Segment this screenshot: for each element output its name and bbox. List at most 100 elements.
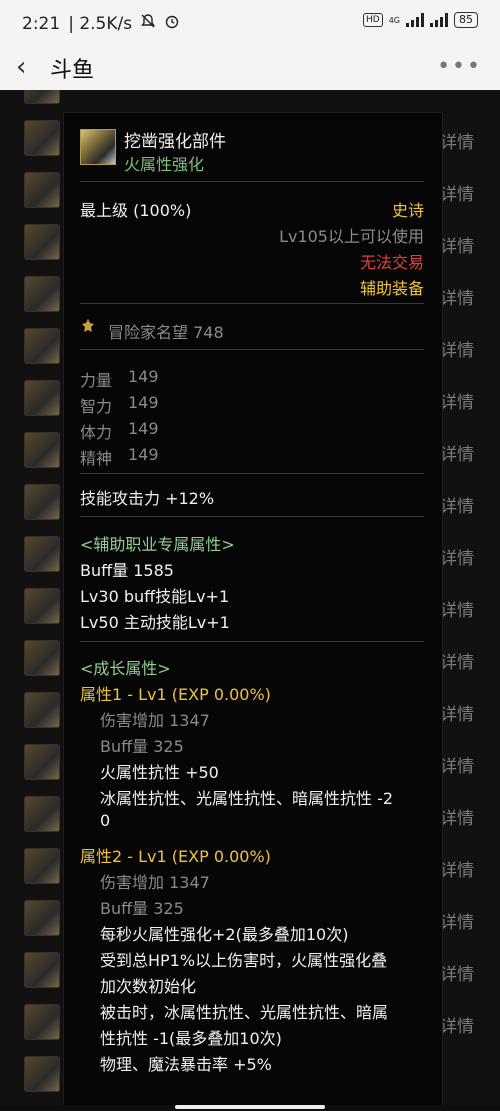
stat-value: 149 — [128, 393, 159, 412]
attr2-line: 被击时，冰属性抗性、光属性抗性、暗属 — [100, 1003, 389, 1022]
detail-link[interactable]: 详情 — [440, 180, 474, 205]
item-icon — [80, 129, 116, 165]
detail-link[interactable]: 详情 — [440, 648, 474, 673]
divider — [80, 181, 424, 182]
attr2-line: 物理、魔法暴击率 +5% — [100, 1055, 272, 1074]
attr1-line: 冰属性抗性、光属性抗性、暗属性抗性 -2 — [100, 789, 394, 808]
detail-link[interactable]: 详情 — [440, 544, 474, 569]
item-slot-icon[interactable] — [24, 848, 60, 884]
divider — [80, 516, 424, 517]
trade-status: 无法交易 — [359, 253, 424, 272]
divider — [80, 303, 424, 304]
item-type: 辅助装备 — [359, 279, 424, 298]
divider — [80, 473, 424, 474]
skill-attack: 技能攻击力 +12% — [80, 489, 215, 508]
attr2-damage: 伤害增加 1347 — [100, 873, 210, 892]
attr2-line: 每秒火属性强化+2(最多叠加10次) — [100, 925, 349, 944]
item-slot-icon[interactable] — [24, 1004, 60, 1040]
signal-icon-2 — [430, 13, 448, 27]
item-slot-icon[interactable] — [24, 328, 60, 364]
stat-value: 149 — [128, 367, 159, 386]
detail-link[interactable]: 详情 — [440, 492, 474, 517]
item-slot-icon[interactable] — [24, 640, 60, 676]
item-tooltip: 挖凿强化部件 火属性强化 最上级 (100%) 史诗 Lv105以上可以使用 无… — [63, 112, 443, 1105]
status-bar: 2:21 | 2.5K/s HD 4G 85 — [0, 0, 500, 46]
support-header: <辅助职业专属属性> — [80, 535, 235, 554]
item-slot-icon[interactable] — [24, 952, 60, 988]
stat-value: 149 — [128, 445, 159, 464]
item-slot-icon[interactable] — [24, 588, 60, 624]
item-slot-icon[interactable] — [24, 900, 60, 936]
attr1-damage: 伤害增加 1347 — [100, 711, 210, 730]
detail-link[interactable]: 详情 — [440, 440, 474, 465]
page-title: 斗鱼 — [50, 58, 95, 83]
alarm-icon — [164, 13, 180, 34]
item-grade: 最上级 (100%) — [80, 201, 192, 220]
item-slot-icon[interactable] — [24, 432, 60, 468]
item-slot-icon[interactable] — [24, 692, 60, 728]
item-slot-icon[interactable] — [24, 276, 60, 312]
stat-name: 体力 — [80, 423, 113, 442]
attr2-line: 加次数初始化 — [100, 977, 197, 996]
attr2-buff: Buff量 325 — [100, 899, 184, 918]
stat-name: 精神 — [80, 449, 113, 468]
level-requirement: Lv105以上可以使用 — [279, 227, 424, 246]
support-line: Buff量 1585 — [80, 561, 174, 580]
item-rarity: 史诗 — [391, 201, 424, 220]
item-slot-icon[interactable] — [24, 120, 60, 156]
growth-header: <成长属性> — [80, 659, 171, 678]
stat-name: 力量 — [80, 371, 113, 390]
item-slot-icon[interactable] — [24, 224, 60, 260]
app-header: ‹ 斗鱼 ••• — [0, 46, 500, 90]
detail-link[interactable]: 详情 — [440, 700, 474, 725]
network-type: 4G — [388, 15, 400, 25]
item-slot-icon[interactable] — [24, 90, 60, 104]
hd-badge: HD — [363, 13, 383, 27]
stat-value: 149 — [128, 419, 159, 438]
detail-link[interactable]: 详情 — [440, 336, 474, 361]
support-line: Lv30 buff技能Lv+1 — [80, 587, 230, 606]
attr2-line: 受到总HP1%以上伤害时，火属性强化叠 — [100, 951, 388, 970]
support-line: Lv50 主动技能Lv+1 — [80, 613, 230, 632]
status-speed: | 2.5K/s — [68, 13, 133, 34]
item-slot-icon[interactable] — [24, 172, 60, 208]
game-screenshot: 详情 详情 详情 详情 详情 详情 详情 详情 详情 详情 详情 详情 详情 详… — [0, 90, 500, 1105]
chevron-left-icon[interactable]: ‹ — [16, 52, 26, 82]
detail-link[interactable]: 详情 — [440, 128, 474, 153]
divider — [80, 349, 424, 350]
attr1-line: 火属性抗性 +50 — [100, 763, 219, 782]
fame-icon — [80, 318, 96, 338]
battery-indicator: 85 — [454, 12, 478, 28]
detail-link[interactable]: 详情 — [440, 1012, 474, 1037]
detail-link[interactable]: 详情 — [440, 232, 474, 257]
attr2-title: 属性2 - Lv1 (EXP 0.00%) — [80, 847, 271, 866]
attr1-line: 0 — [100, 811, 111, 830]
item-slot-icon[interactable] — [24, 1056, 60, 1092]
detail-link[interactable]: 详情 — [440, 960, 474, 985]
item-subtitle: 火属性强化 — [124, 155, 205, 174]
detail-link[interactable]: 详情 — [440, 388, 474, 413]
detail-link[interactable]: 详情 — [440, 284, 474, 309]
detail-link[interactable]: 详情 — [440, 804, 474, 829]
attr1-buff: Buff量 325 — [100, 737, 184, 756]
bell-off-icon — [140, 13, 156, 34]
detail-link[interactable]: 详情 — [440, 856, 474, 881]
stat-name: 智力 — [80, 397, 113, 416]
more-horizontal-icon[interactable]: ••• — [437, 54, 482, 79]
detail-link[interactable]: 详情 — [440, 752, 474, 777]
item-slot-icon[interactable] — [24, 484, 60, 520]
item-name: 挖凿强化部件 — [124, 132, 226, 152]
status-time: 2:21 — [22, 13, 61, 34]
attr1-title: 属性1 - Lv1 (EXP 0.00%) — [80, 685, 271, 704]
detail-link[interactable]: 详情 — [440, 908, 474, 933]
detail-link[interactable]: 详情 — [440, 596, 474, 621]
item-slot-icon[interactable] — [24, 796, 60, 832]
fame-value: 冒险家名望 748 — [108, 323, 224, 342]
item-slot-icon[interactable] — [24, 380, 60, 416]
item-slot-icon[interactable] — [24, 744, 60, 780]
divider — [80, 641, 424, 642]
attr2-line: 性抗性 -1(最多叠加10次) — [100, 1029, 282, 1048]
item-slot-icon[interactable] — [24, 536, 60, 572]
home-indicator — [0, 1105, 500, 1111]
signal-icon — [406, 13, 424, 27]
